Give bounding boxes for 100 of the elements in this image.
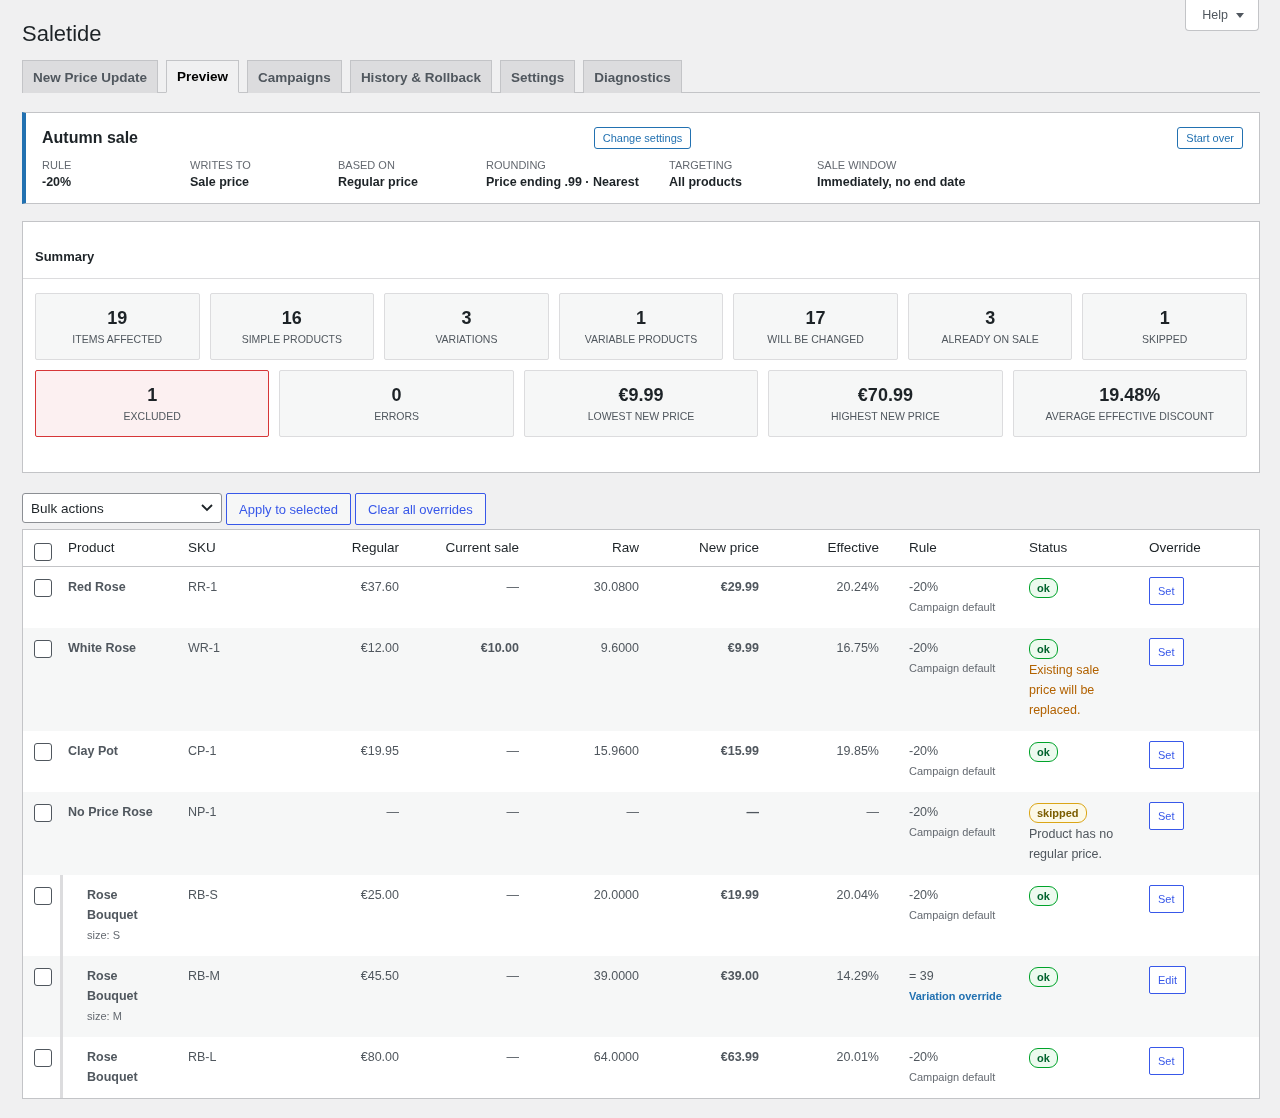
new-price: €19.99 xyxy=(719,887,760,904)
bulk-actions-select[interactable]: Bulk actions xyxy=(22,493,222,523)
status-badge: ok xyxy=(1029,967,1058,987)
effective-discount: 20.04% xyxy=(835,887,880,904)
tab[interactable]: Diagnostics xyxy=(583,60,682,93)
rule-source: Variation override xyxy=(909,989,1002,1004)
caret-icon xyxy=(1236,12,1244,18)
stat-label: AVERAGE EFFECTIVE DISCOUNT xyxy=(1045,410,1214,422)
checkbox[interactable] xyxy=(34,640,52,658)
field-label: TARGETING xyxy=(669,159,734,171)
raw-price: 39.0000 xyxy=(592,968,640,985)
status-note: Existing sale price will be replaced. xyxy=(1029,662,1101,719)
change-settings-button[interactable]: Change settings xyxy=(593,127,692,149)
tab[interactable]: Settings xyxy=(499,60,576,93)
field-value: Regular price xyxy=(338,175,419,189)
rule-value: -20% xyxy=(909,804,939,821)
stat-value: €9.99 xyxy=(618,384,664,406)
stat-label: VARIABLE PRODUCTS xyxy=(584,333,698,345)
campaign-title: Autumn sale xyxy=(42,129,139,147)
rule-value: -20% xyxy=(909,579,939,596)
column-header: SKU xyxy=(187,539,217,557)
current-sale-price: — xyxy=(505,743,520,760)
tab[interactable]: New Price Update xyxy=(22,60,159,93)
raw-price: 9.6000 xyxy=(599,640,640,657)
current-sale-price: — xyxy=(505,1049,520,1066)
rule-value: -20% xyxy=(909,887,939,904)
stat-value: 3 xyxy=(461,307,472,329)
override-button[interactable]: Set xyxy=(1149,638,1184,666)
override-button[interactable]: Set xyxy=(1149,577,1184,605)
field-value: Price ending .99 · Nearest xyxy=(486,175,640,189)
new-price: — xyxy=(745,804,760,821)
rule-source: Campaign default xyxy=(909,1070,996,1085)
checkbox[interactable] xyxy=(34,804,52,822)
summary-title: Summary xyxy=(23,222,1259,279)
override-button[interactable]: Edit xyxy=(1149,966,1186,994)
sku-cell-text: RB-L xyxy=(187,1049,218,1066)
regular-price: €19.95 xyxy=(359,743,400,760)
column-header: Raw xyxy=(611,539,640,557)
regular-price: — xyxy=(385,804,400,821)
start-over-button[interactable]: Start over xyxy=(1177,127,1243,149)
stat-value: 19 xyxy=(107,307,128,329)
rule-source: Campaign default xyxy=(909,825,996,840)
column-header: Current sale xyxy=(444,539,520,557)
product-name: White Rose xyxy=(68,640,138,657)
tab[interactable]: History & Rollback xyxy=(349,60,492,93)
raw-price: 30.0800 xyxy=(592,579,640,596)
rule-source: Campaign default xyxy=(909,764,996,779)
status-badge: ok xyxy=(1029,639,1058,659)
checkbox[interactable] xyxy=(34,887,52,905)
stat-label: ERRORS xyxy=(374,410,420,422)
checkbox[interactable] xyxy=(34,743,52,761)
product-name: Clay Pot xyxy=(68,743,119,760)
tab[interactable]: Preview xyxy=(166,60,240,93)
current-sale-price: — xyxy=(505,579,520,596)
checkbox[interactable] xyxy=(34,579,52,597)
product-name: Rose Bouquet xyxy=(87,968,139,1005)
current-sale-price: — xyxy=(505,968,520,985)
new-price: €9.99 xyxy=(726,640,760,657)
column-header: Rule xyxy=(908,539,938,557)
stat-label: ITEMS AFFECTED xyxy=(72,333,163,345)
rule-value: -20% xyxy=(909,1049,939,1066)
stat-label: SIMPLE PRODUCTS xyxy=(241,333,343,345)
effective-discount: 20.24% xyxy=(835,579,880,596)
checkbox[interactable] xyxy=(34,1049,52,1067)
override-button[interactable]: Set xyxy=(1149,802,1184,830)
status-badge: ok xyxy=(1029,1048,1058,1068)
override-button[interactable]: Set xyxy=(1149,885,1184,913)
field-label: BASED ON xyxy=(338,159,396,171)
clear-overrides-button[interactable]: Clear all overrides xyxy=(355,493,486,525)
checkbox[interactable] xyxy=(34,968,52,986)
checkbox[interactable] xyxy=(34,543,52,561)
rule-value: -20% xyxy=(909,640,939,657)
status-badge: skipped xyxy=(1029,803,1087,823)
product-name: Rose Bouquet xyxy=(87,887,139,924)
sku-cell-text: WR-1 xyxy=(187,640,221,657)
regular-price: €80.00 xyxy=(359,1049,400,1066)
column-header: New price xyxy=(697,539,760,557)
field-label: SALE WINDOW xyxy=(817,159,898,171)
override-button[interactable]: Set xyxy=(1149,741,1184,769)
field-label: ROUNDING xyxy=(486,159,547,171)
stat-label: WILL BE CHANGED xyxy=(767,333,864,345)
new-price: €15.99 xyxy=(719,743,760,760)
effective-discount: 19.85% xyxy=(835,743,880,760)
regular-price: €12.00 xyxy=(359,640,400,657)
current-sale-price: €10.00 xyxy=(479,640,520,657)
stat-value: 16 xyxy=(281,307,302,329)
apply-button[interactable]: Apply to selected xyxy=(226,493,351,525)
variation-attribute: size: S xyxy=(87,928,121,943)
raw-price: 64.0000 xyxy=(592,1049,640,1066)
stat-value: €70.99 xyxy=(857,384,913,406)
app-title: Saletide xyxy=(22,20,102,48)
stat-value: 0 xyxy=(391,384,402,406)
column-header: Override xyxy=(1148,539,1202,557)
column-header: Product xyxy=(67,539,116,557)
new-price: €39.00 xyxy=(719,968,760,985)
help-button[interactable]: Help xyxy=(1185,0,1259,31)
tab[interactable]: Campaigns xyxy=(247,60,342,93)
override-button[interactable]: Set xyxy=(1149,1047,1184,1075)
new-price: €63.99 xyxy=(719,1049,760,1066)
sku-cell-text: NP-1 xyxy=(187,804,218,821)
